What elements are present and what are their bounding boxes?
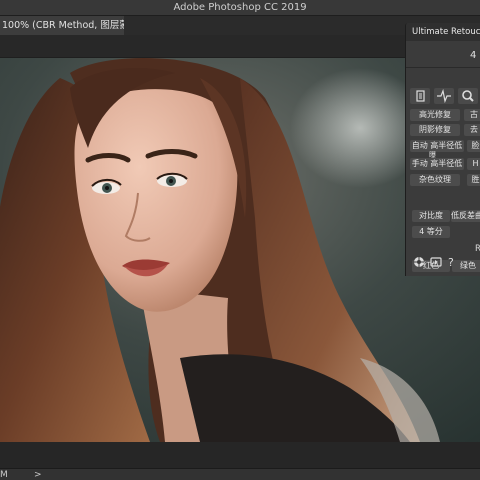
video-icon[interactable]	[430, 253, 442, 272]
r-label: R	[475, 244, 480, 254]
zoom-readout: M	[0, 470, 8, 480]
status-bar: M >	[0, 442, 480, 480]
document-icon[interactable]	[410, 88, 430, 104]
ultimate-retouch-panel: Ultimate Retouch 4 高光修复 古 阴影修复 去 自动 高半径低…	[405, 23, 480, 276]
aperture-icon[interactable]	[413, 253, 425, 272]
pulse-icon[interactable]	[434, 88, 454, 104]
h-button[interactable]: H	[467, 158, 480, 170]
highlight-fix-button[interactable]: 高光修复	[410, 109, 460, 121]
status-strip: M >	[0, 468, 480, 480]
panel-title[interactable]: Ultimate Retouch	[412, 27, 480, 37]
svg-text:?: ?	[448, 256, 454, 268]
lian-button[interactable]: 脸	[467, 140, 480, 152]
qu-button[interactable]: 去	[464, 124, 480, 136]
status-menu-arrow[interactable]: >	[34, 470, 42, 480]
manual-hp-low-button[interactable]: 手动 高半径低	[410, 158, 464, 170]
inverse-curve-button[interactable]: 低反差曲	[451, 210, 480, 222]
auto-hp-low-button[interactable]: 自动 高半径低	[410, 140, 464, 152]
noise-texture-button[interactable]: 杂色纹理	[410, 174, 460, 186]
panel-header: Ultimate Retouch	[406, 23, 480, 41]
shadow-fix-button[interactable]: 阴影修复	[410, 124, 460, 136]
document-tab[interactable]: 100% (CBR Method, 图层蒙版/8) *	[0, 16, 124, 35]
help-icon[interactable]: ?	[446, 253, 458, 272]
panel-number: 4	[470, 50, 477, 61]
sheng-button[interactable]: 胜	[467, 174, 480, 186]
gu-button[interactable]: 古	[464, 109, 480, 121]
four-split-button[interactable]: 4 等分	[412, 226, 450, 238]
panel-divider	[406, 67, 480, 68]
contrast-button[interactable]: 对比度	[412, 210, 450, 222]
app-title: Adobe Photoshop CC 2019	[173, 2, 307, 13]
magnifier-icon[interactable]	[458, 88, 478, 104]
window-title-bar: Adobe Photoshop CC 2019	[0, 0, 480, 16]
